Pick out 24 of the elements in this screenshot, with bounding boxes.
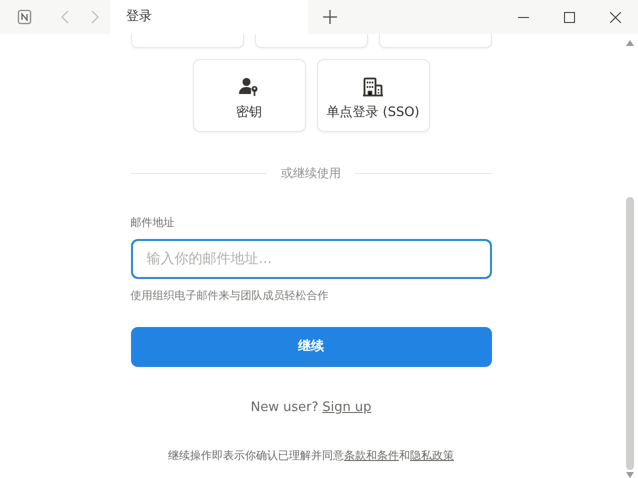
continue-button[interactable]: 继续	[130, 327, 492, 367]
legal-text: 继续操作即表示你确认已理解并同意	[168, 448, 344, 464]
maximize-icon[interactable]	[564, 12, 574, 22]
login-option-button[interactable]: 密钥	[192, 59, 306, 132]
building-icon	[363, 76, 383, 97]
close-icon[interactable]	[610, 12, 620, 22]
divider-text: 或继续使用	[280, 165, 342, 182]
new-tab-icon[interactable]	[323, 10, 337, 24]
signup-prompt: New user?	[250, 399, 318, 417]
scroll-down-icon[interactable]	[626, 472, 634, 478]
scrollbar-thumb[interactable]	[626, 197, 634, 470]
app-logo-icon[interactable]	[17, 9, 33, 25]
user-key-icon	[239, 76, 259, 97]
legal-text: 和	[399, 448, 410, 464]
login-option-button[interactable]: 单点登录 (SSO)	[316, 59, 430, 132]
signup-link[interactable]: Sign up	[322, 398, 372, 418]
email-field[interactable]: 输入你的邮件地址...	[130, 238, 492, 278]
privacy-link[interactable]: 隐私政策	[410, 448, 454, 464]
tab[interactable]: 登录	[110, 0, 308, 34]
field-label: 邮件地址	[130, 215, 174, 231]
minimize-icon[interactable]	[518, 16, 528, 18]
scroll-up-icon[interactable]	[626, 40, 634, 46]
terms-link[interactable]: 条款和条件	[344, 448, 399, 464]
field-hint: 使用组织电子邮件来与团队成员轻松合作	[130, 288, 328, 304]
